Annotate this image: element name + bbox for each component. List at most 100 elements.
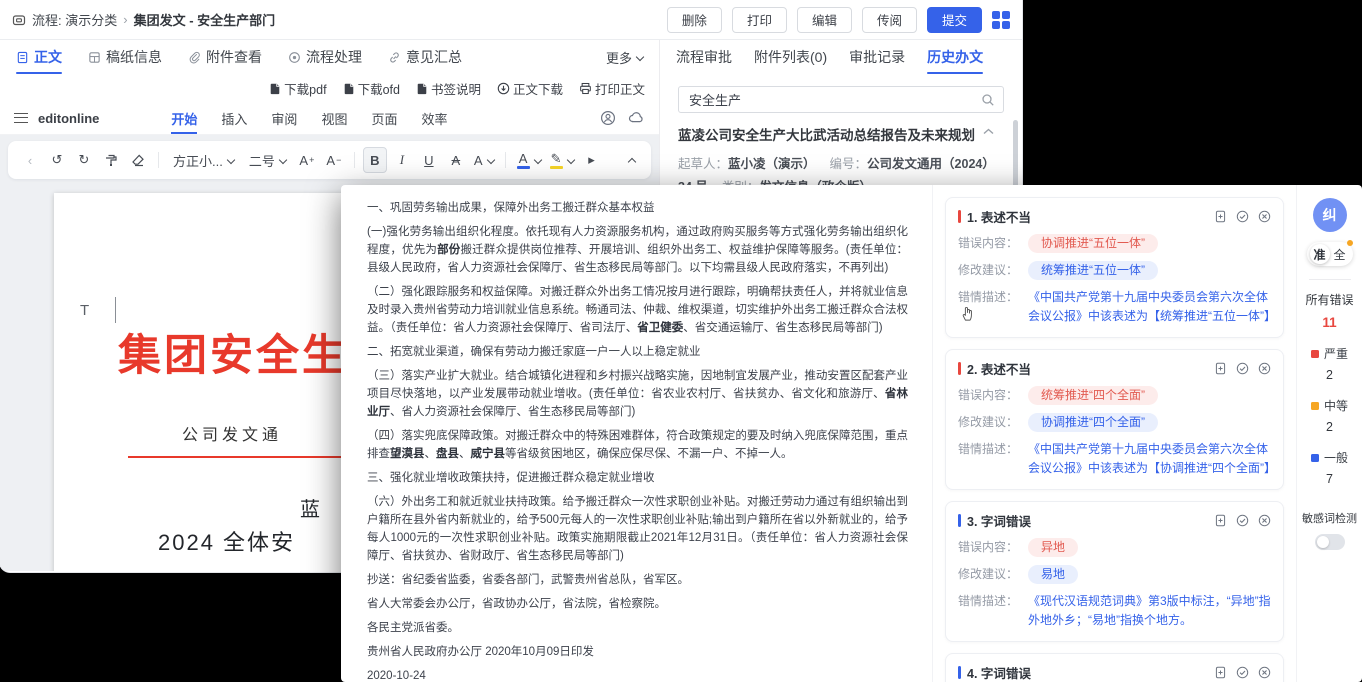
- close-circle-icon[interactable]: [1258, 666, 1271, 679]
- toolbar-collapse-button[interactable]: [617, 147, 641, 173]
- error-content-pill[interactable]: 统筹推进“四个全面”: [1028, 386, 1158, 405]
- editor-menu-开始[interactable]: 开始: [171, 102, 197, 134]
- check-circle-icon[interactable]: [1236, 666, 1249, 679]
- error-suggestion-pill[interactable]: 易地: [1028, 565, 1078, 584]
- editor-menu-页面[interactable]: 页面: [371, 102, 397, 134]
- clear-format-button[interactable]: [126, 147, 150, 173]
- proofreading-window: 一、巩固劳务输出成果，保障外出务工搬迁群众基本权益(一)强化劳务输出组织化程度。…: [341, 185, 1362, 682]
- meta-value: 蓝小凌（演示）: [728, 157, 816, 171]
- doc-action-download[interactable]: 正文下载: [497, 79, 563, 98]
- editor-header-icons: [600, 110, 645, 126]
- editor-menu-插入[interactable]: 插入: [221, 102, 247, 134]
- check-circle-icon[interactable]: [1236, 514, 1249, 527]
- cloud-sync-icon[interactable]: [628, 110, 645, 126]
- severity-stat[interactable]: 严重2: [1311, 345, 1348, 382]
- font-decrease-button[interactable]: A−: [322, 147, 346, 173]
- tab-流程审批[interactable]: 流程审批: [676, 40, 732, 74]
- sensitive-words-toggle[interactable]: [1315, 534, 1345, 550]
- tab-流程处理[interactable]: 流程处理: [288, 40, 362, 74]
- breadcrumb-root[interactable]: 流程: 演示分类: [32, 10, 117, 29]
- tab-意见汇总[interactable]: 意见汇总: [388, 40, 462, 74]
- back-button[interactable]: ‹: [18, 147, 42, 173]
- error-content-pill[interactable]: 协调推进“五位一体”: [1028, 234, 1158, 253]
- undo-button[interactable]: ↺: [45, 147, 69, 173]
- proof-document-text[interactable]: 一、巩固劳务输出成果，保障外出务工搬迁群众基本权益(一)强化劳务输出组织化程度。…: [341, 185, 933, 682]
- doc-plus-icon[interactable]: [1214, 514, 1227, 527]
- topbar-button[interactable]: 删除: [667, 7, 722, 33]
- close-circle-icon[interactable]: [1258, 210, 1271, 223]
- format-painter-button[interactable]: [99, 147, 123, 173]
- more-menu[interactable]: 更多: [606, 48, 643, 67]
- highlight-color-select[interactable]: ✎: [547, 147, 577, 173]
- close-circle-icon[interactable]: [1258, 514, 1271, 527]
- error-card[interactable]: 1. 表述不当错误内容：协调推进“五位一体”修改建议：统筹推进“五位一体”错情描…: [945, 197, 1284, 338]
- download-icon: [497, 82, 510, 95]
- strikethrough-button[interactable]: A: [444, 147, 468, 173]
- tab-历史办文[interactable]: 历史办文: [927, 40, 983, 74]
- chevron-up-icon[interactable]: [983, 128, 994, 135]
- topbar-button[interactable]: 打印: [732, 7, 787, 33]
- page-doc-type-line: 公司发文通: [182, 421, 282, 445]
- doc-action-print[interactable]: 打印正文: [579, 79, 645, 98]
- toolbar-divider: [505, 152, 506, 168]
- doc-plus-icon[interactable]: [1214, 210, 1227, 223]
- error-card-actions: [1214, 362, 1271, 375]
- error-card[interactable]: 3. 字词错误错误内容：异地修改建议：易地错情描述：《现代汉语规范词典》第3版中…: [945, 501, 1284, 642]
- search-input[interactable]: [687, 91, 981, 108]
- severity-stat[interactable]: 中等2: [1311, 397, 1348, 434]
- mode-switch[interactable]: 准 全: [1307, 242, 1353, 266]
- tab-稿纸信息[interactable]: 稿纸信息: [88, 40, 162, 74]
- error-title: 3. 字词错误: [967, 511, 1031, 530]
- doc-plus-icon[interactable]: [1214, 666, 1227, 679]
- topbar-button[interactable]: 传阅: [862, 7, 917, 33]
- mode-accurate[interactable]: 准: [1310, 244, 1330, 264]
- doc-action-doc-dark[interactable]: 下载ofd: [343, 79, 400, 98]
- font-color-select[interactable]: A: [514, 147, 544, 173]
- italic-button[interactable]: I: [390, 147, 414, 173]
- font-size-select[interactable]: 二号: [243, 147, 292, 173]
- tab-label: 意见汇总: [406, 47, 462, 67]
- doc-plus-icon[interactable]: [1214, 362, 1227, 375]
- text-style-select[interactable]: A: [471, 147, 497, 173]
- editor-menu-审阅[interactable]: 审阅: [271, 102, 297, 134]
- doc-dark-icon: [269, 82, 281, 95]
- toolbar-more-button[interactable]: ▸: [580, 147, 604, 173]
- apps-grid-icon[interactable]: [992, 11, 1010, 29]
- submit-button[interactable]: 提交: [927, 7, 982, 33]
- search-icon[interactable]: [981, 93, 995, 107]
- proof-badge[interactable]: 纠: [1313, 198, 1347, 232]
- error-card[interactable]: 2. 表述不当错误内容：统筹推进“四个全面”修改建议：协调推进“四个全面”错情描…: [945, 349, 1284, 490]
- tab-正文[interactable]: 正文: [16, 40, 62, 74]
- error-content-pill[interactable]: 异地: [1028, 538, 1078, 557]
- error-suggestion-pill[interactable]: 协调推进“四个全面”: [1028, 413, 1158, 432]
- check-circle-icon[interactable]: [1236, 362, 1249, 375]
- topbar-button[interactable]: 编辑: [797, 7, 852, 33]
- font-increase-button[interactable]: A+: [295, 147, 319, 173]
- error-row: 错情描述：《现代汉语规范词典》第3版中标注，“异地”指外地外乡；“易地”指换个地…: [958, 592, 1271, 630]
- severity-square-icon: [1311, 454, 1319, 462]
- close-circle-icon[interactable]: [1258, 362, 1271, 375]
- mode-full[interactable]: 全: [1330, 244, 1350, 264]
- redo-button[interactable]: ↻: [72, 147, 96, 173]
- tab-附件查看[interactable]: 附件查看: [188, 40, 262, 74]
- error-description: 《中国共产党第十九届中央委员会第六次全体会议公报》中该表述为【协调推进“四个全面…: [1028, 440, 1271, 478]
- severity-stat[interactable]: 一般7: [1311, 449, 1348, 486]
- editor-menu-视图[interactable]: 视图: [321, 102, 347, 134]
- error-card-actions: [1214, 514, 1271, 527]
- doc-action-doc-dark[interactable]: 下载pdf: [269, 79, 326, 98]
- error-card[interactable]: 4. 字词错误错误内容：部份修改建议：部分: [945, 653, 1284, 682]
- hamburger-icon[interactable]: [14, 113, 28, 123]
- severity-count: 7: [1326, 472, 1333, 486]
- doc-action-doc-dark[interactable]: 书签说明: [416, 79, 481, 98]
- check-circle-icon[interactable]: [1236, 210, 1249, 223]
- history-doc-item[interactable]: 蓝凌公司安全生产大比武活动总结报告及未来规划: [678, 126, 1004, 146]
- tab-审批记录[interactable]: 审批记录: [849, 40, 905, 74]
- tab-附件列表(0)[interactable]: 附件列表(0): [754, 40, 827, 74]
- editor-menu-效率[interactable]: 效率: [421, 102, 447, 134]
- bold-button[interactable]: B: [363, 147, 387, 173]
- underline-button[interactable]: U: [417, 147, 441, 173]
- account-icon[interactable]: [600, 110, 616, 126]
- error-suggestion-pill[interactable]: 统筹推进“五位一体”: [1028, 261, 1158, 280]
- all-errors-label[interactable]: 所有错误: [1305, 291, 1353, 308]
- font-family-select[interactable]: 方正小...: [167, 147, 240, 173]
